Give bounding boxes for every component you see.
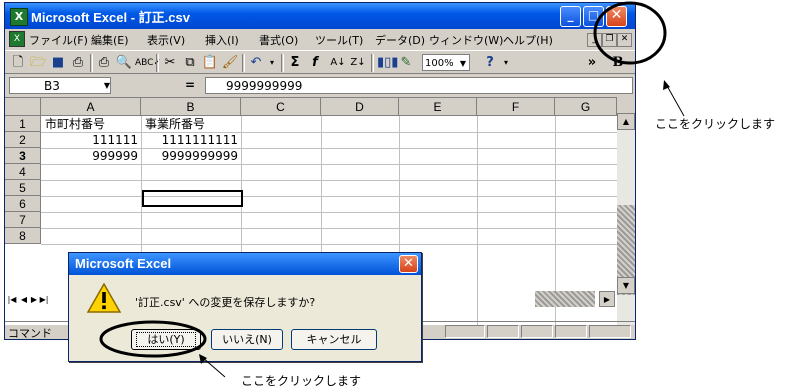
callout-line-close	[665, 83, 685, 117]
annotation-layer	[99, 1, 685, 378]
close-highlight-circle	[593, 1, 667, 65]
yes-hint-text: ここをクリックします	[241, 374, 362, 388]
yes-highlight-circle	[99, 320, 207, 358]
callout-arrow-yes	[199, 354, 207, 364]
callout-line-yes	[201, 356, 226, 378]
close-hint-text: ここをクリックします	[655, 117, 776, 131]
